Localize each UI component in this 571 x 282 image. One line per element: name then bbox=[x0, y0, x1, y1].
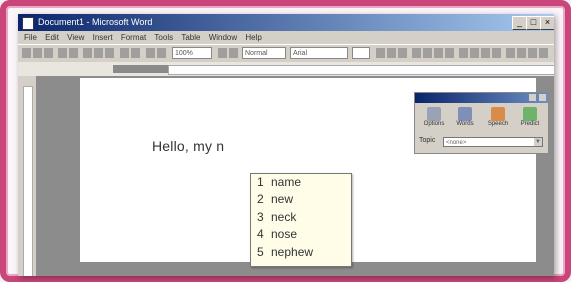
font-select[interactable]: Arial bbox=[290, 47, 348, 59]
predict-label: Predict bbox=[520, 121, 540, 127]
words-icon bbox=[458, 107, 472, 121]
copy-icon[interactable] bbox=[94, 48, 103, 58]
menu-insert[interactable]: Insert bbox=[93, 33, 113, 42]
prediction-item[interactable]: 2 new bbox=[251, 191, 351, 208]
indent-icon[interactable] bbox=[492, 48, 501, 58]
paste-icon[interactable] bbox=[105, 48, 114, 58]
topic-value: <none> bbox=[446, 140, 467, 146]
help-icon[interactable] bbox=[218, 48, 227, 58]
maximize-button[interactable]: □ bbox=[526, 16, 541, 30]
options-icon bbox=[427, 107, 441, 121]
words-label: Words bbox=[456, 121, 474, 127]
undo-icon[interactable] bbox=[120, 48, 129, 58]
print-icon[interactable] bbox=[58, 48, 67, 58]
zoom-select[interactable]: 100% bbox=[172, 47, 212, 59]
bullets-icon[interactable] bbox=[470, 48, 479, 58]
bold-icon[interactable] bbox=[376, 48, 385, 58]
columns-icon[interactable] bbox=[157, 48, 166, 58]
new-icon[interactable] bbox=[22, 48, 31, 58]
style-icon[interactable] bbox=[229, 48, 238, 58]
menu-tools[interactable]: Tools bbox=[154, 33, 173, 42]
align-right-icon[interactable] bbox=[434, 48, 443, 58]
prediction-palette: Options Words Speech Predict Topic <none… bbox=[414, 92, 549, 154]
menu-format[interactable]: Format bbox=[121, 33, 146, 42]
vertical-ruler bbox=[18, 76, 37, 276]
open-icon[interactable] bbox=[33, 48, 42, 58]
menu-view[interactable]: View bbox=[67, 33, 84, 42]
options-label: Options bbox=[423, 121, 445, 127]
words-button[interactable]: Words bbox=[452, 107, 478, 127]
chevron-down-icon[interactable]: ▼ bbox=[534, 138, 542, 146]
border-icon[interactable] bbox=[506, 48, 515, 58]
menu-help[interactable]: Help bbox=[245, 33, 261, 42]
save-icon[interactable] bbox=[44, 48, 53, 58]
predict-icon bbox=[523, 107, 537, 121]
cut-icon[interactable] bbox=[83, 48, 92, 58]
font-size-select[interactable] bbox=[352, 47, 370, 59]
ruler-text-area[interactable] bbox=[168, 65, 554, 75]
style-select[interactable]: Normal bbox=[242, 47, 286, 59]
palette-close-button[interactable] bbox=[539, 94, 546, 101]
close-button[interactable]: × bbox=[540, 16, 554, 30]
speech-label: Speech bbox=[487, 121, 509, 127]
preview-icon[interactable] bbox=[69, 48, 78, 58]
ruler-margin bbox=[113, 65, 168, 73]
redo-icon[interactable] bbox=[131, 48, 140, 58]
palette-minimize-button[interactable] bbox=[529, 94, 536, 101]
prediction-item[interactable]: 5 nephew bbox=[251, 244, 351, 261]
align-center-icon[interactable] bbox=[423, 48, 432, 58]
speech-icon bbox=[491, 107, 505, 121]
numbering-icon[interactable] bbox=[459, 48, 468, 58]
highlight-icon[interactable] bbox=[517, 48, 526, 58]
italic-icon[interactable] bbox=[387, 48, 396, 58]
title-bar: Document1 - Microsoft Word _ □ × bbox=[18, 14, 554, 31]
outdent-icon[interactable] bbox=[481, 48, 490, 58]
word-prediction-list: 1 name 2 new 3 neck 4 nose 5 nephew bbox=[250, 173, 352, 267]
menu-window[interactable]: Window bbox=[209, 33, 237, 42]
minimize-button[interactable]: _ bbox=[512, 16, 527, 30]
standard-toolbar: 100% Normal Arial bbox=[18, 44, 554, 63]
topic-label: Topic bbox=[419, 137, 436, 144]
horizontal-ruler bbox=[18, 62, 554, 77]
underline-icon[interactable] bbox=[398, 48, 407, 58]
document-text[interactable]: Hello, my n bbox=[152, 138, 224, 154]
options-button[interactable]: Options bbox=[421, 107, 447, 127]
menu-edit[interactable]: Edit bbox=[45, 33, 59, 42]
speech-button[interactable]: Speech bbox=[485, 107, 511, 127]
prediction-item[interactable]: 1 name bbox=[251, 174, 351, 191]
palette-title-bar[interactable] bbox=[415, 93, 548, 103]
prediction-item[interactable]: 3 neck bbox=[251, 209, 351, 226]
topic-select[interactable]: <none> ▼ bbox=[443, 137, 543, 147]
font-color-icon[interactable] bbox=[528, 48, 537, 58]
prediction-item[interactable]: 4 nose bbox=[251, 226, 351, 243]
menu-bar: File Edit View Insert Format Tools Table… bbox=[18, 31, 554, 44]
word-document-icon bbox=[22, 17, 34, 30]
table-icon[interactable] bbox=[146, 48, 155, 58]
vertical-ruler-strip bbox=[23, 86, 33, 276]
justify-icon[interactable] bbox=[445, 48, 454, 58]
predict-button[interactable]: Predict bbox=[517, 107, 543, 127]
menu-table[interactable]: Table bbox=[181, 33, 200, 42]
menu-file[interactable]: File bbox=[24, 33, 37, 42]
align-left-icon[interactable] bbox=[412, 48, 421, 58]
more-icon[interactable] bbox=[539, 48, 548, 58]
window-title: Document1 - Microsoft Word bbox=[38, 17, 153, 27]
